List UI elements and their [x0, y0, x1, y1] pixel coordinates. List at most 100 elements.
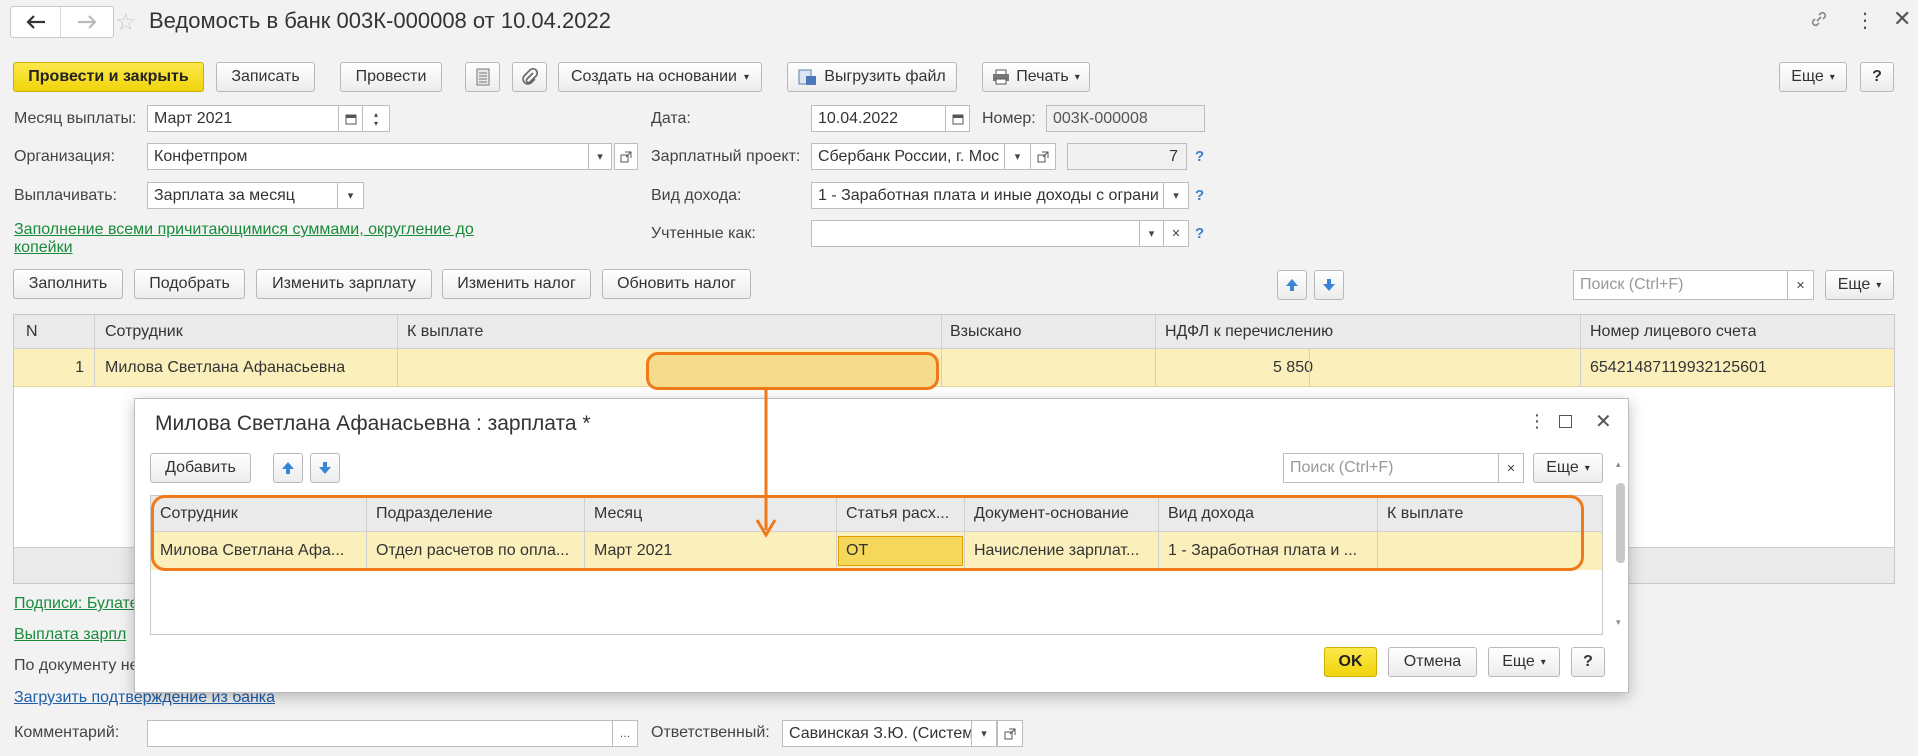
dialog-add-button[interactable]: Добавить [150, 453, 251, 483]
date-input[interactable]: 10.04.2022 [811, 105, 946, 132]
row-n: 1 [75, 359, 84, 376]
forward-button[interactable] [62, 7, 112, 37]
responsible-open-button[interactable] [997, 720, 1023, 747]
move-up-button[interactable] [1277, 270, 1307, 300]
counted-as-input[interactable] [811, 220, 1140, 247]
dialog-close-icon[interactable]: ✕ [1595, 409, 1612, 434]
dialog-move-up-button[interactable] [273, 453, 303, 483]
open-icon [1004, 728, 1016, 739]
number-input[interactable]: 003К-000008 [1046, 105, 1205, 132]
post-and-close-button[interactable]: Провести и закрыть [13, 62, 204, 92]
month-input[interactable]: Март 2021 [147, 105, 339, 132]
payment-link[interactable]: Выплата зарпл [14, 626, 126, 644]
income-type-dropdown-button[interactable]: ▾ [1163, 182, 1189, 209]
close-icon[interactable]: ✕ [1893, 6, 1911, 32]
date-calendar-button[interactable] [945, 105, 970, 132]
organization-dropdown-button[interactable]: ▾ [588, 143, 612, 170]
print-button[interactable]: Печать ▾ [982, 62, 1090, 92]
arrow-up-icon [282, 462, 294, 474]
document-status-text: По документу не [14, 657, 139, 674]
dialog-more-vert-icon[interactable]: ⋮ [1528, 411, 1546, 432]
row-ndfl: 5 850 [1272, 359, 1313, 376]
back-button[interactable] [11, 7, 61, 37]
post-button[interactable]: Провести [340, 62, 442, 92]
comment-label: Комментарий: [14, 724, 120, 741]
comment-edit-button[interactable]: … [612, 720, 638, 747]
col-separator [941, 315, 942, 387]
table-more-button[interactable]: Еще ▾ [1825, 270, 1894, 300]
responsible-input[interactable]: Савинская З.Ю. (Систем [782, 720, 972, 747]
open-icon [620, 151, 632, 162]
organization-open-button[interactable] [614, 143, 638, 170]
col-header-withheld[interactable]: Взыскано [950, 323, 1022, 341]
document-list-icon [476, 68, 489, 86]
dialog-search-clear-button[interactable]: ✕ [1498, 453, 1524, 483]
month-calendar-button[interactable] [338, 105, 363, 132]
arrow-left-icon [25, 15, 45, 29]
pay-type-input[interactable]: Зарплата за месяц [147, 182, 338, 209]
dialog-more-button[interactable]: Еще ▾ [1533, 453, 1603, 483]
col-header-employee[interactable]: Сотрудник [105, 323, 183, 341]
fill-button[interactable]: Заполнить [13, 269, 123, 299]
organization-label: Организация: [14, 148, 115, 165]
dialog-scrollbar-thumb[interactable] [1616, 483, 1625, 563]
counted-as-clear-button[interactable]: ✕ [1163, 220, 1189, 247]
report-button[interactable] [465, 62, 500, 92]
dialog-footer-more-button[interactable]: Еще ▾ [1488, 647, 1560, 677]
col-header-account[interactable]: Номер лицевого счета [1590, 323, 1756, 341]
change-tax-button[interactable]: Изменить налог [442, 269, 591, 299]
dialog-search-input[interactable]: Поиск (Ctrl+F) [1283, 453, 1499, 483]
dialog-scroll-down-icon[interactable]: ▾ [1616, 617, 1621, 628]
salary-project-dropdown-button[interactable]: ▾ [1004, 143, 1031, 170]
update-tax-button[interactable]: Обновить налог [602, 269, 751, 299]
table-search-input[interactable]: Поиск (Ctrl+F) [1573, 270, 1788, 300]
help-button[interactable]: ? [1860, 62, 1894, 92]
comment-input[interactable] [147, 720, 613, 747]
dialog-ok-button[interactable]: OK [1324, 647, 1377, 677]
export-icon [798, 69, 817, 85]
link-icon[interactable] [1810, 10, 1828, 33]
dialog-move-down-button[interactable] [310, 453, 340, 483]
more-vert-icon[interactable]: ⋮ [1855, 8, 1875, 33]
salary-project-open-button[interactable] [1030, 143, 1056, 170]
table-search-clear-button[interactable]: ✕ [1787, 270, 1814, 300]
col-separator [1580, 315, 1581, 387]
col-separator [1155, 315, 1156, 387]
move-down-button[interactable] [1314, 270, 1344, 300]
export-file-button[interactable]: Выгрузить файл [787, 62, 957, 92]
month-stepper[interactable]: ▴ ▾ [362, 105, 390, 132]
pick-button[interactable]: Подобрать [134, 269, 245, 299]
dialog-cancel-button[interactable]: Отмена [1388, 647, 1477, 677]
favorite-star-icon[interactable]: ☆ [115, 8, 137, 37]
dialog-help-button[interactable]: ? [1571, 647, 1605, 677]
col-header-n[interactable]: N [26, 323, 38, 341]
income-type-input[interactable]: 1 - Заработная плата и иные доходы с огр… [811, 182, 1164, 209]
dialog-maximize-icon[interactable] [1559, 415, 1572, 428]
signatures-link[interactable]: Подписи: Булате [14, 595, 139, 613]
create-based-button[interactable]: Создать на основании ▾ [558, 62, 762, 92]
dialog-scroll-up-icon[interactable]: ▴ [1616, 459, 1621, 470]
arrow-right-icon [78, 15, 97, 29]
income-type-help-icon[interactable]: ? [1195, 187, 1204, 204]
counted-as-dropdown-button[interactable]: ▾ [1139, 220, 1164, 247]
save-button[interactable]: Записать [216, 62, 315, 92]
arrow-down-icon [319, 462, 331, 474]
change-salary-button[interactable]: Изменить зарплату [256, 269, 432, 299]
counted-as-help-icon[interactable]: ? [1195, 225, 1204, 242]
col-header-ndfl[interactable]: НДФЛ к перечислению [1165, 323, 1333, 341]
fill-rounding-link[interactable]: Заполнение всеми причитающимися суммами,… [14, 221, 494, 257]
salary-project-input[interactable]: Сбербанк России, г. Мос [811, 143, 1005, 170]
col-separator [94, 315, 95, 387]
responsible-dropdown-button[interactable]: ▾ [971, 720, 997, 747]
col-header-pay[interactable]: К выплате [407, 323, 483, 341]
pay-type-dropdown-button[interactable]: ▾ [337, 182, 364, 209]
responsible-label: Ответственный: [651, 724, 770, 741]
attach-button[interactable] [512, 62, 547, 92]
organization-input[interactable]: Конфетпром [147, 143, 589, 170]
salary-project-count: 7 [1067, 143, 1187, 170]
col-separator [397, 315, 398, 387]
stepper-up-icon: ▴ [373, 109, 378, 119]
salary-project-help-icon[interactable]: ? [1195, 148, 1204, 165]
more-button[interactable]: Еще ▾ [1779, 62, 1847, 92]
salary-project-label: Зарплатный проект: [651, 148, 801, 165]
